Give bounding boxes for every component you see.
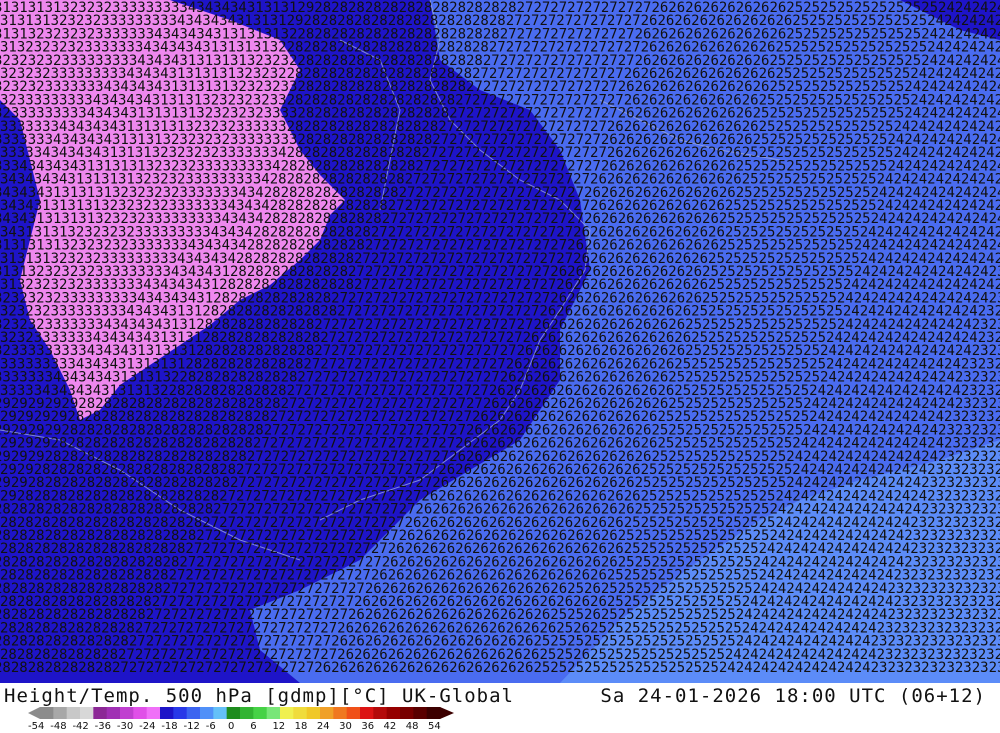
colorbar-cell [66,707,81,719]
value-grid: 3131313132323233333333343434343131312928… [0,0,1000,676]
colorbar-cell [333,707,348,719]
colorbar-label: -18 [161,721,178,732]
colorbar-label: 18 [294,721,308,732]
colorbar-label: 36 [361,721,375,732]
colorbar-label: -12 [183,721,200,732]
colorbar-cell [413,707,428,719]
map-title: Height/Temp. 500 hPa [gdmp][°C] UK-Globa… [4,685,514,707]
colorbar-left-arrow [28,707,40,719]
colorbar-cell [426,707,441,719]
colorbar-label: 54 [428,721,441,732]
colorbar-cell [253,707,268,719]
colorbar-cell [373,707,388,719]
colorbar-cell [80,707,94,719]
colorbar-cell [106,707,121,719]
colorbar-cell [213,707,228,719]
colorbar-cell [400,707,414,719]
colorbar-cell [240,707,254,719]
colorbar-cell [146,707,161,719]
valid-time: Sa 24-01-2026 18:00 UTC (06+12) [600,685,986,707]
colorbar-label: 48 [405,721,419,732]
colorbar-label: 30 [339,721,352,732]
colorbar-cell [320,707,334,719]
colorbar-cell [360,707,374,719]
colorbar-label: -24 [139,721,156,732]
colorbar-label: 12 [272,721,286,732]
colorbar-cell [386,707,401,719]
colorbar-cell [93,707,108,719]
colorbar-cell [133,707,148,719]
colorbar-cell [226,707,241,719]
weather-map: 3131313132323233333333343434343131312928… [0,0,1000,683]
colorbar-label: -6 [205,721,216,732]
colorbar-label: -42 [72,721,89,732]
colorbar-cell [266,707,281,719]
colorbar-cell [293,707,308,719]
colorbar-cell [186,707,201,719]
colorbar-label: 6 [250,721,257,732]
colorbar-label: -48 [50,721,67,732]
colorbar-cell [160,707,174,719]
colorbar-cell [200,707,214,719]
colorbar-label: 24 [316,721,330,732]
colorbar-cell [53,707,68,719]
colorbar-cell [346,707,361,719]
value-row: 2828282828282827272727272727272727272726… [0,660,1000,676]
colorbar-label: -36 [94,721,111,732]
colorbar-label: -30 [116,721,134,732]
colorbar-cell [173,707,188,719]
colorbar-label: -54 [28,721,45,732]
colorbar-cell [280,707,294,719]
colorbar [28,707,454,719]
colorbar-cell [120,707,134,719]
colorbar-label: 0 [228,721,235,732]
colorbar-label: 42 [383,721,397,732]
colorbar-cell [40,707,54,719]
colorbar-right-arrow [440,707,454,719]
colorbar-cell [306,707,321,719]
